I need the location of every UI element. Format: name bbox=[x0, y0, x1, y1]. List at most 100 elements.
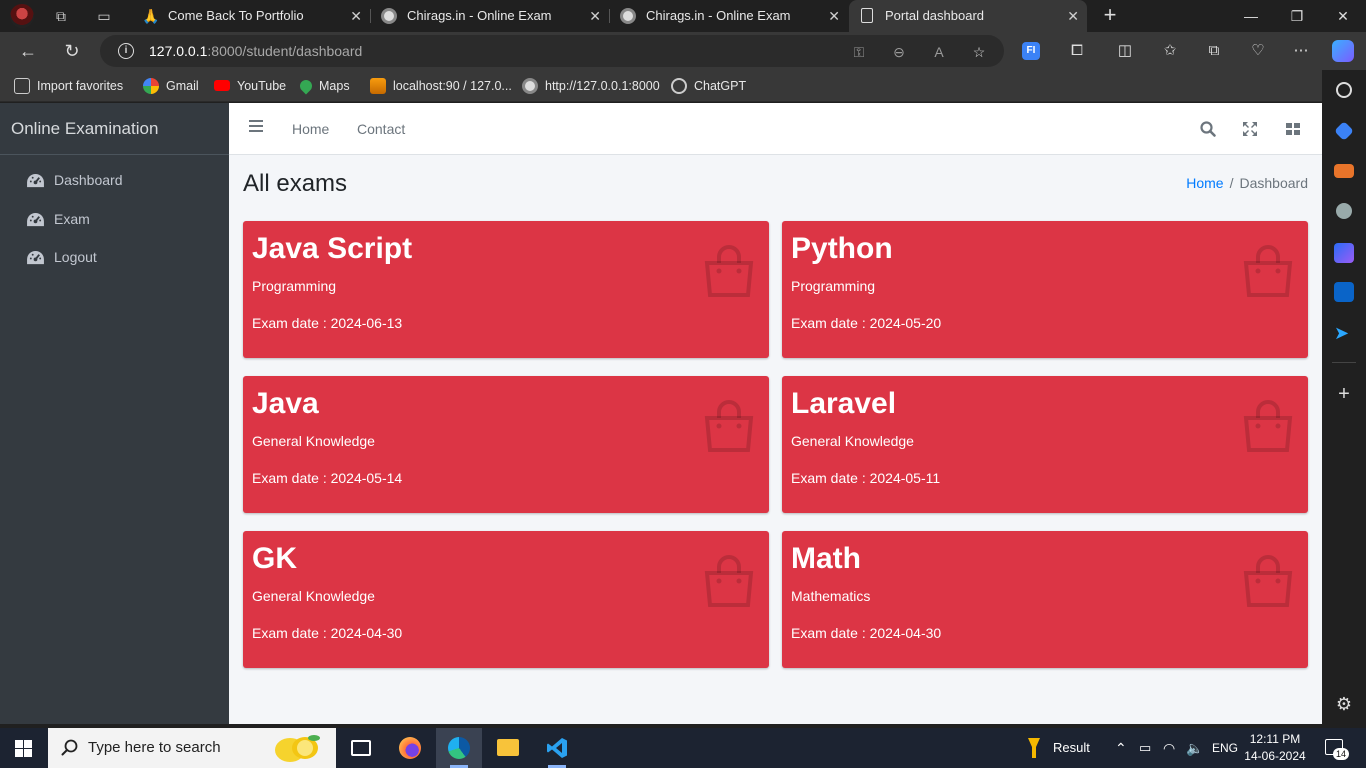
edge-app[interactable] bbox=[436, 728, 482, 768]
sidebar-item-dashboard[interactable]: Dashboard bbox=[26, 165, 123, 195]
workspaces-icon[interactable]: ⧉ bbox=[50, 5, 72, 27]
globe-icon bbox=[522, 77, 538, 94]
close-window-button[interactable]: ✕ bbox=[1320, 0, 1366, 32]
favorite-maps[interactable]: Maps bbox=[297, 70, 350, 102]
close-tab-icon[interactable]: ✕ bbox=[828, 0, 840, 32]
shopping-tag-icon[interactable] bbox=[1334, 121, 1354, 141]
exam-date: Exam date : 2024-05-20 bbox=[791, 315, 942, 331]
new-tab-button[interactable]: + bbox=[1097, 3, 1123, 29]
dashboard-dial-icon bbox=[27, 212, 44, 226]
browser-toolbar: ← ↻ i 127.0.0.1:8000/student/dashboard ⚿… bbox=[0, 32, 1366, 70]
favorite-localhost[interactable]: localhost:90 / 127.0... bbox=[370, 70, 512, 102]
exam-card-laravel[interactable]: Laravel General Knowledge Exam date : 20… bbox=[782, 376, 1308, 513]
microsoft-365-icon[interactable] bbox=[1334, 243, 1354, 263]
add-icon[interactable]: + bbox=[1334, 384, 1354, 404]
vscode-app[interactable] bbox=[534, 728, 580, 768]
minimize-button[interactable]: — bbox=[1228, 0, 1274, 32]
sidebar-item-logout[interactable]: Logout bbox=[26, 242, 97, 272]
wifi-icon[interactable]: ◠ bbox=[1163, 728, 1175, 768]
url-text[interactable]: 127.0.0.1:8000/student/dashboard bbox=[149, 43, 362, 59]
restore-button[interactable]: ❐ bbox=[1274, 0, 1320, 32]
search-icon[interactable] bbox=[1199, 120, 1217, 138]
settings-gear-icon[interactable]: ⚙ bbox=[1334, 694, 1354, 714]
windows-start-icon[interactable] bbox=[15, 740, 32, 757]
site-info-icon[interactable]: i bbox=[118, 43, 134, 59]
split-screen-icon[interactable]: ◫ bbox=[1114, 40, 1136, 62]
browser-tab[interactable]: Chirags.in - Online Exam ✕ bbox=[371, 0, 609, 32]
sidebar-item-exam[interactable]: Exam bbox=[26, 204, 90, 234]
browser-tab[interactable]: Chirags.in - Online Exam ✕ bbox=[610, 0, 848, 32]
read-aloud-icon[interactable]: A bbox=[930, 43, 948, 61]
exam-card-java[interactable]: Java General Knowledge Exam date : 2024-… bbox=[243, 376, 769, 513]
refresh-button[interactable]: ↻ bbox=[59, 39, 85, 63]
shopping-bag-icon bbox=[1243, 555, 1293, 607]
favorite-import[interactable]: Import favorites bbox=[14, 70, 123, 102]
address-bar[interactable]: i 127.0.0.1:8000/student/dashboard ⚿ ⊖ A… bbox=[100, 35, 1004, 67]
battery-icon[interactable]: ▭ bbox=[1139, 728, 1151, 768]
firefox-app[interactable] bbox=[387, 728, 433, 768]
exam-name: Math bbox=[791, 542, 861, 575]
clock-date: 14-06-2024 bbox=[1244, 749, 1306, 763]
profile-avatar[interactable] bbox=[10, 4, 34, 28]
back-button[interactable]: ← bbox=[15, 39, 41, 63]
search-icon[interactable] bbox=[1336, 82, 1352, 98]
edge-sidebar: ➤ + ⚙ bbox=[1322, 70, 1366, 724]
close-tab-icon[interactable]: ✕ bbox=[1067, 0, 1079, 32]
taskbar-search[interactable]: Type here to search bbox=[48, 728, 336, 768]
folder-icon bbox=[497, 739, 519, 756]
google-icon bbox=[143, 77, 159, 94]
browser-tab-active[interactable]: Portal dashboard ✕ bbox=[849, 0, 1087, 32]
favorite-star-icon[interactable]: ☆ bbox=[970, 43, 988, 61]
shopping-bag-icon bbox=[1243, 245, 1293, 297]
games-icon[interactable] bbox=[1336, 203, 1352, 219]
top-navbar: Home Contact bbox=[229, 103, 1322, 155]
send-icon[interactable]: ➤ bbox=[1334, 323, 1354, 343]
browser-tab[interactable]: 🙏 Come Back To Portfolio ✕ bbox=[132, 0, 370, 32]
file-explorer-app[interactable] bbox=[485, 728, 531, 768]
hamburger-menu-icon[interactable] bbox=[249, 120, 263, 132]
youtube-icon bbox=[214, 80, 230, 92]
collections-icon[interactable]: ⧉ bbox=[1203, 40, 1225, 62]
page-title: All exams bbox=[243, 170, 348, 197]
favorites-icon[interactable]: ✩ bbox=[1159, 40, 1181, 62]
exam-card-math[interactable]: Math Mathematics Exam date : 2024-04-30 bbox=[782, 531, 1308, 668]
weather-label[interactable]: Result bbox=[1053, 728, 1090, 768]
extension-fi-icon[interactable]: FI bbox=[1022, 42, 1040, 60]
chevron-up-icon[interactable]: ⌃ bbox=[1115, 728, 1127, 768]
favorites-bar: Import favorites Gmail YouTube Maps loca… bbox=[0, 70, 1366, 102]
exam-card-javascript[interactable]: Java Script Programming Exam date : 2024… bbox=[243, 221, 769, 358]
nav-link-contact[interactable]: Contact bbox=[357, 103, 405, 155]
tools-briefcase-icon[interactable] bbox=[1334, 164, 1354, 178]
browser-essentials-icon[interactable]: ♡ bbox=[1247, 40, 1269, 62]
language-indicator[interactable]: ENG bbox=[1212, 728, 1238, 768]
exam-card-gk[interactable]: GK General Knowledge Exam date : 2024-04… bbox=[243, 531, 769, 668]
close-tab-icon[interactable]: ✕ bbox=[589, 0, 601, 32]
exam-category: Programming bbox=[791, 278, 876, 294]
exam-card-python[interactable]: Python Programming Exam date : 2024-05-2… bbox=[782, 221, 1308, 358]
task-view-button[interactable] bbox=[338, 728, 384, 768]
close-tab-icon[interactable]: ✕ bbox=[350, 0, 362, 32]
grid-apps-icon[interactable] bbox=[1284, 120, 1302, 138]
clock-time: 12:11 PM bbox=[1249, 732, 1301, 746]
nav-link-home[interactable]: Home bbox=[292, 103, 329, 155]
favorite-youtube[interactable]: YouTube bbox=[214, 70, 286, 102]
brand-title[interactable]: Online Examination bbox=[0, 103, 229, 155]
copilot-icon[interactable] bbox=[1332, 40, 1354, 62]
key-icon[interactable]: ⚿ bbox=[850, 43, 868, 61]
volume-icon[interactable]: 🔈 bbox=[1186, 728, 1203, 768]
favorite-gmail[interactable]: Gmail bbox=[143, 70, 199, 102]
zoom-out-icon[interactable]: ⊖ bbox=[890, 43, 908, 61]
breadcrumb-home[interactable]: Home bbox=[1186, 175, 1223, 191]
content-header: All exams Home / Dashboard bbox=[243, 168, 1308, 204]
system-clock[interactable]: 12:11 PM 14-06-2024 bbox=[1240, 731, 1310, 765]
favorite-local-server[interactable]: http://127.0.0.1:8000 bbox=[522, 70, 660, 102]
shopping-bag-icon bbox=[1243, 400, 1293, 452]
outlook-icon[interactable] bbox=[1334, 282, 1354, 302]
favorite-chatgpt[interactable]: ChatGPT bbox=[671, 70, 746, 102]
tab-actions-icon[interactable]: ▭ bbox=[93, 5, 115, 27]
exam-date: Exam date : 2024-04-30 bbox=[791, 625, 942, 641]
more-menu-icon[interactable]: ⋯ bbox=[1290, 40, 1312, 62]
extensions-icon[interactable]: ⧠ bbox=[1066, 40, 1088, 62]
tab-title: Come Back To Portfolio bbox=[168, 8, 304, 23]
fullscreen-expand-icon[interactable] bbox=[1241, 120, 1259, 138]
